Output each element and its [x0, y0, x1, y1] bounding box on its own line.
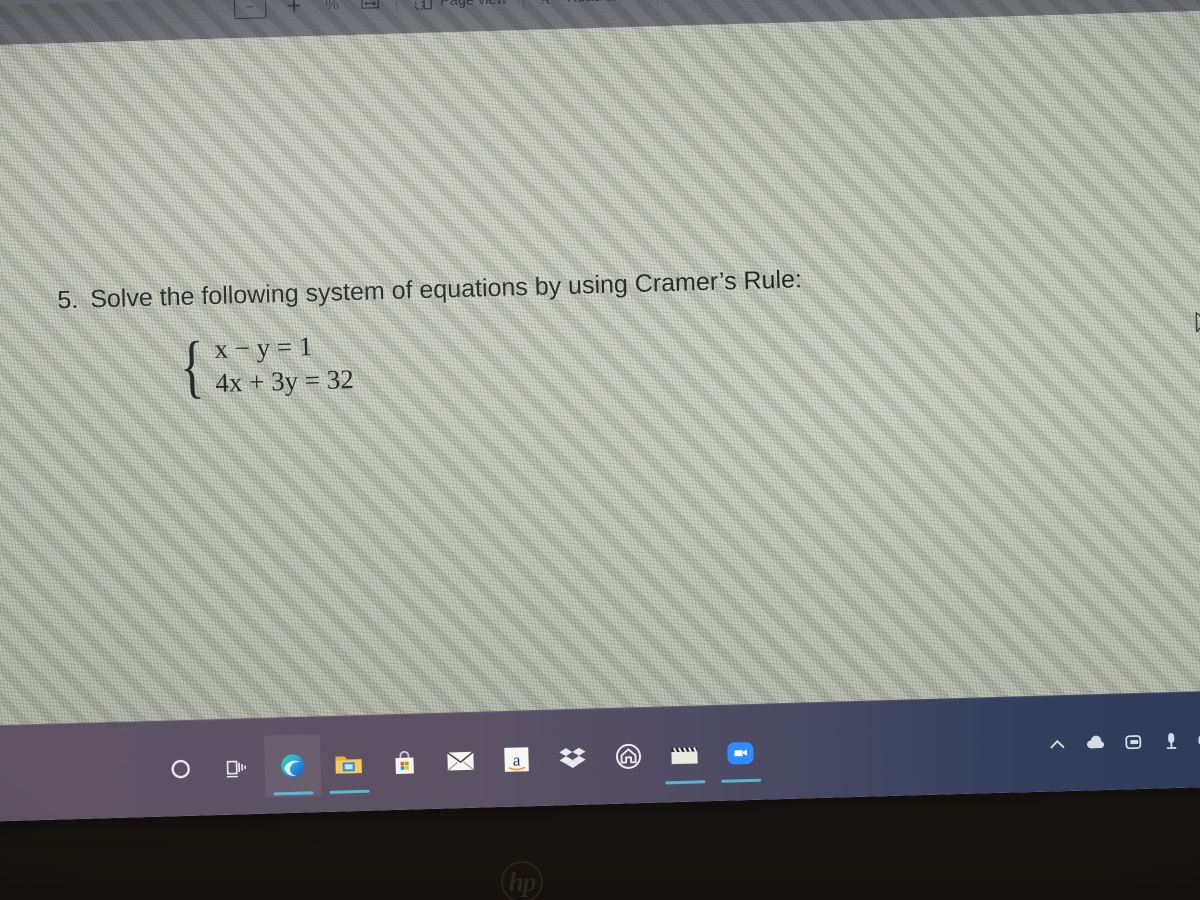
taskbar-item-mail[interactable] — [432, 729, 490, 793]
question-number: 5. — [56, 285, 79, 315]
file-explorer-icon — [333, 750, 364, 777]
question-text: Solve the following system of equations … — [89, 265, 803, 314]
show-hidden-icons-icon[interactable] — [1046, 732, 1069, 755]
hp-brand-logo: hp — [486, 861, 558, 900]
taskbar-item-zoom-meetings[interactable] — [712, 721, 770, 785]
chevron-down-icon — [753, 0, 769, 1]
plus-icon — [284, 0, 305, 16]
equation-system: { x − y = 1 4x + 3y = 32 — [174, 307, 1189, 407]
zoom-controls: − % — [224, 0, 405, 38]
page-view-button[interactable]: Page view — [404, 0, 517, 21]
pen-icon — [674, 0, 695, 5]
equation-list: x − y = 1 4x + 3y = 32 — [214, 330, 354, 400]
highlight-dropdown[interactable] — [879, 0, 914, 8]
edge-icon — [277, 750, 308, 781]
equation-1: x − y = 1 — [214, 331, 313, 365]
zoom-video-icon — [725, 738, 756, 767]
erase-button[interactable]: Erase — [913, 0, 997, 7]
svg-text:a: a — [513, 750, 522, 769]
cortana-icon — [168, 756, 193, 781]
read-aloud-label: Read aloud — [567, 0, 642, 6]
question-line: 5. Solve the following system of equatio… — [57, 253, 1187, 316]
zoom-out-button[interactable]: − — [225, 0, 276, 26]
dropbox-icon — [558, 744, 587, 771]
clapperboard-icon — [669, 742, 700, 767]
taskbar-item-app-circle[interactable] — [600, 724, 658, 788]
fit-width-button[interactable] — [351, 0, 390, 23]
draw-button[interactable]: Draw — [665, 0, 745, 14]
document-page[interactable]: 5. Solve the following system of equatio… — [0, 10, 1200, 726]
highlight-button[interactable]: Highlight — [777, 0, 879, 11]
toolbar-divider — [656, 0, 659, 7]
equation-2: 4x + 3y = 32 — [214, 364, 355, 399]
question-block: 5. Solve the following system of equatio… — [57, 253, 1190, 407]
svg-text:A: A — [540, 0, 550, 7]
taskbar-item-cortana[interactable] — [152, 737, 210, 801]
app-circle-icon — [614, 742, 643, 771]
zoom-out-icon: − — [233, 0, 267, 20]
taskbar-item-amazon[interactable]: a — [488, 727, 546, 791]
amazon-icon: a — [502, 745, 531, 774]
percent-icon: % — [325, 0, 340, 14]
draw-label: Draw — [701, 0, 735, 2]
highlighter-icon — [787, 0, 808, 2]
laptop-photo: hp − % Page view 5. Solve the following … — [0, 0, 1200, 900]
taskbar-item-file-explorer[interactable] — [320, 732, 378, 796]
microsoft-store-icon — [390, 748, 419, 777]
network-icon[interactable] — [1122, 730, 1145, 753]
zoom-percent-button[interactable]: % — [313, 0, 352, 24]
system-tray — [1046, 728, 1200, 755]
taskbar-item-dropbox[interactable] — [544, 726, 602, 790]
mail-icon — [445, 749, 476, 772]
zoom-in-button[interactable] — [275, 0, 314, 25]
volume-icon[interactable] — [1160, 729, 1183, 752]
taskbar-item-microsoft-store[interactable] — [376, 730, 434, 794]
toolbar-divider — [522, 0, 525, 11]
mouse-cursor — [1194, 311, 1200, 343]
system-brace: { — [178, 328, 206, 407]
page-view-label: Page view — [439, 0, 508, 10]
toolbar-divider — [395, 0, 398, 14]
read-aloud-button[interactable]: A Read aloud — [530, 0, 650, 18]
read-aloud-icon: A — [540, 0, 561, 9]
taskbar-item-movies-tv[interactable] — [656, 723, 714, 787]
fit-width-icon — [360, 0, 381, 14]
onedrive-cloud-icon[interactable] — [1084, 731, 1107, 754]
taskbar-item-task-view[interactable] — [208, 735, 266, 799]
draw-dropdown[interactable] — [743, 0, 778, 12]
page-view-icon — [413, 0, 434, 12]
taskbar-item-edge[interactable] — [263, 733, 322, 798]
task-view-icon — [224, 756, 249, 779]
laptop-screen: − % Page view 5. Solve the following sys… — [0, 0, 1200, 822]
